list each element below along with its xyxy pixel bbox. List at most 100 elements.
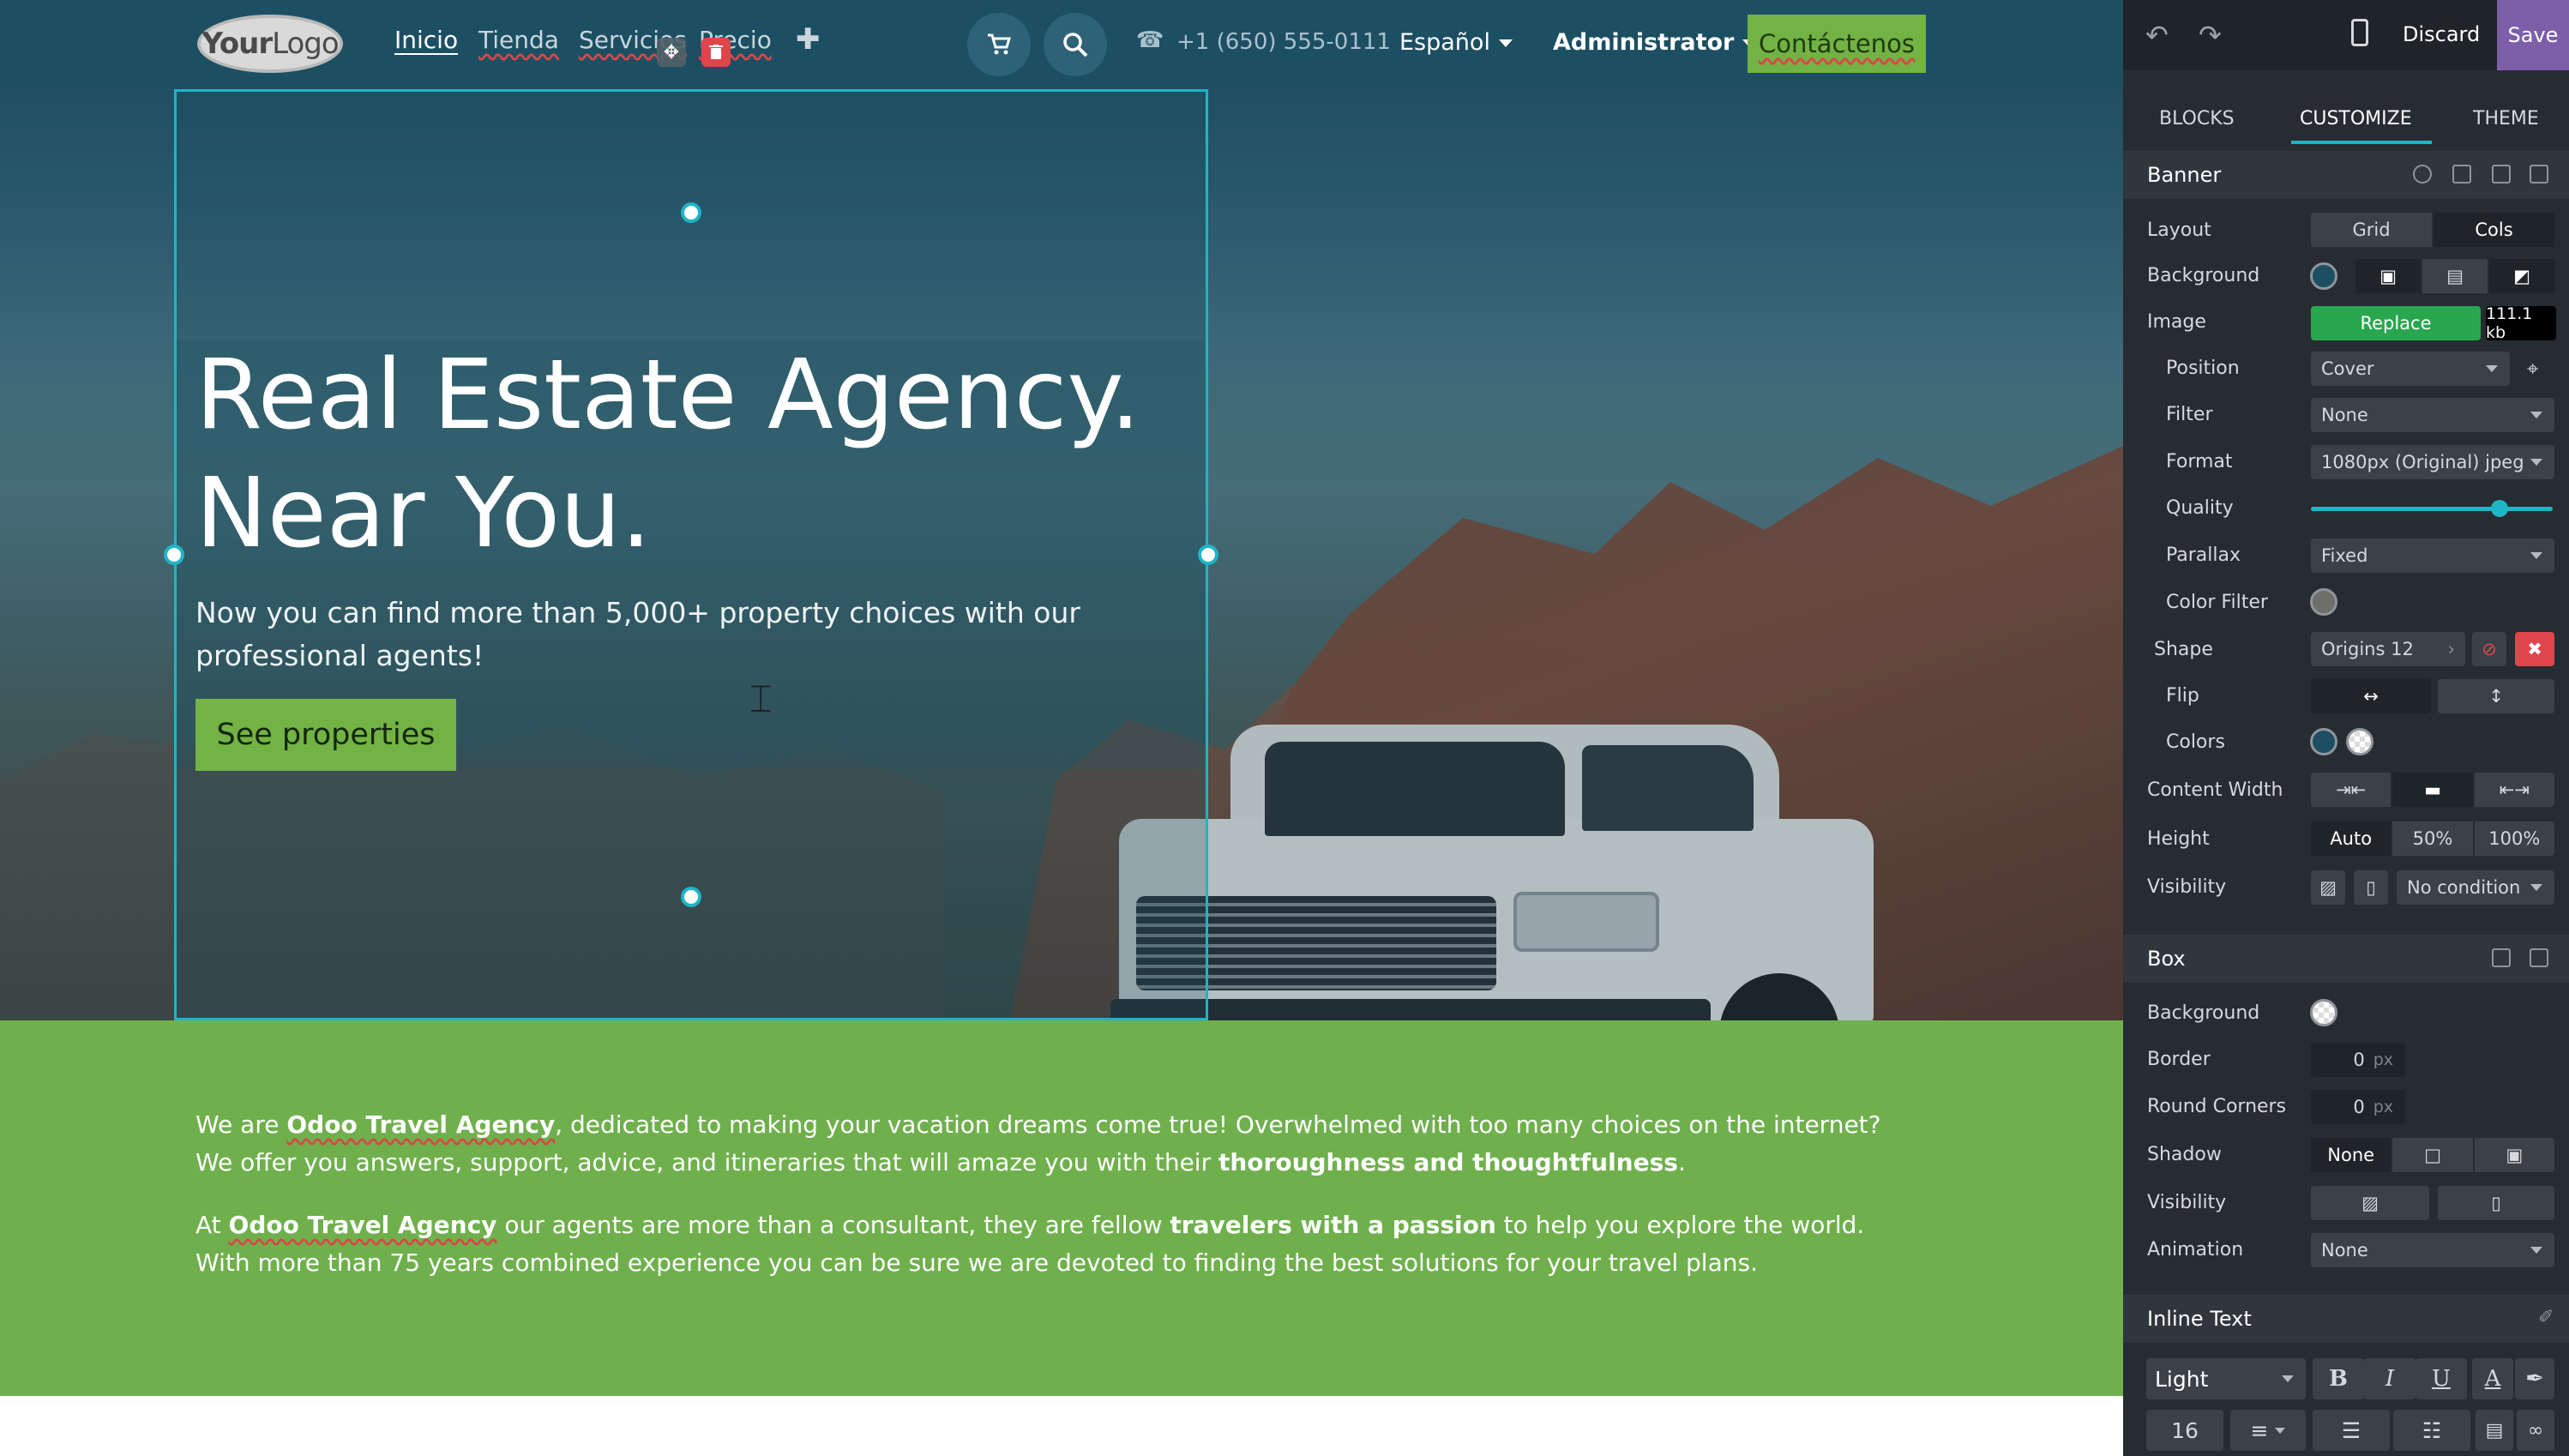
search-icon[interactable] <box>1044 13 1107 76</box>
language-selector[interactable]: Español <box>1399 29 1513 56</box>
text-style-select[interactable]: Light <box>2146 1358 2306 1399</box>
crosshair-icon[interactable]: ⌖ <box>2527 357 2539 381</box>
duplicate-icon[interactable] <box>2492 948 2511 967</box>
box-hide-mobile-icon[interactable]: ▯ <box>2438 1186 2554 1220</box>
shadow-outset-icon[interactable]: □ <box>2392 1138 2475 1172</box>
shadow-inset-icon[interactable]: ▣ <box>2475 1138 2554 1172</box>
border-unit: px <box>2373 1050 2393 1069</box>
underline-button[interactable]: U <box>2416 1358 2467 1399</box>
bold-button[interactable]: B <box>2313 1358 2364 1399</box>
resize-handle-right[interactable] <box>1198 544 1218 565</box>
replace-image-button[interactable]: Replace <box>2311 306 2481 340</box>
nav-item-inicio[interactable]: Inicio <box>394 26 458 54</box>
link-icon[interactable]: ∞ <box>2517 1410 2554 1451</box>
layout-toggle[interactable]: Grid Cols <box>2311 213 2554 247</box>
undo-icon[interactable]: ↶ <box>2145 19 2169 51</box>
width-regular-icon[interactable]: ▬ <box>2392 773 2475 807</box>
quality-slider-knob[interactable] <box>2490 500 2508 517</box>
tab-customize[interactable]: CUSTOMIZE <box>2300 108 2412 129</box>
font-size-input[interactable]: 16 <box>2146 1410 2223 1451</box>
mobile-preview-icon[interactable] <box>2351 19 2368 46</box>
hide-desktop-icon[interactable]: ▨ <box>2311 870 2345 905</box>
box-hide-desktop-icon[interactable]: ▨ <box>2311 1186 2429 1220</box>
contact-us-button[interactable]: Contáctenos <box>1748 15 1926 73</box>
nav-item-tienda[interactable]: Tienda <box>478 26 559 54</box>
about-paragraph-1[interactable]: We are Odoo Travel Agency, dedicated to … <box>196 1106 1910 1182</box>
resize-handle-top[interactable] <box>681 202 701 223</box>
tab-blocks[interactable]: BLOCKS <box>2159 108 2235 129</box>
hero-subtitle[interactable]: Now you can find more than 5,000+ proper… <box>196 592 1156 677</box>
hide-mobile-icon[interactable]: ▯ <box>2354 870 2388 905</box>
tab-theme[interactable]: THEME <box>2473 108 2539 129</box>
phone-number[interactable]: +1 (650) 555-0111 <box>1176 29 1391 55</box>
height-auto-option[interactable]: Auto <box>2311 821 2393 856</box>
save-button[interactable]: Save <box>2497 0 2569 70</box>
hero-title-line-1[interactable]: Real Estate Agency. <box>196 340 1140 451</box>
about-section[interactable]: We are Odoo Travel Agency, dedicated to … <box>0 1020 2123 1396</box>
parallax-select[interactable]: Fixed <box>2311 538 2554 573</box>
box-background-swatch[interactable] <box>2310 999 2337 1026</box>
shape-color-1-swatch[interactable] <box>2310 728 2337 755</box>
redo-icon[interactable]: ↷ <box>2199 19 2222 51</box>
hero-title-line-2[interactable]: Near You. <box>196 458 652 569</box>
border-label: Border <box>2147 1049 2211 1070</box>
shape-select[interactable]: Origins 12 › <box>2311 632 2465 666</box>
save-snippet-icon[interactable] <box>2452 165 2471 184</box>
font-color-button[interactable]: A <box>2472 1358 2513 1399</box>
shape-visibility-icon[interactable]: ⊘ <box>2472 632 2506 666</box>
discard-button[interactable]: Discard <box>2403 22 2480 46</box>
shadow-none-option[interactable]: None <box>2311 1138 2393 1172</box>
italic-button[interactable]: I <box>2364 1358 2416 1399</box>
resize-handle-left[interactable] <box>164 544 184 565</box>
site-logo[interactable]: Your Logo <box>197 15 343 73</box>
video-icon[interactable]: ▤ <box>2422 259 2489 293</box>
cart-icon[interactable] <box>967 13 1031 76</box>
hero-banner[interactable]: Real Estate Agency. Near You. Now you ca… <box>0 0 2123 1020</box>
layout-grid-option[interactable]: Grid <box>2311 213 2434 247</box>
height-100-option[interactable]: 100% <box>2475 821 2554 856</box>
eraser-icon[interactable]: ✐ <box>2538 1307 2554 1328</box>
shadow-toggle[interactable]: None □ ▣ <box>2311 1138 2554 1172</box>
flip-vertical-icon[interactable]: ↕ <box>2438 679 2554 713</box>
chevron-down-icon <box>2530 412 2542 418</box>
color-filter-swatch[interactable] <box>2310 588 2337 616</box>
width-full-icon[interactable]: ⇤⇥ <box>2475 773 2554 807</box>
quality-slider[interactable] <box>2311 500 2553 517</box>
align-select[interactable]: ≡ <box>2230 1410 2306 1451</box>
trash-icon[interactable] <box>2530 948 2548 967</box>
trash-icon[interactable] <box>701 38 731 67</box>
bullet-list-icon[interactable]: ☰ <box>2313 1410 2390 1451</box>
height-50-option[interactable]: 50% <box>2392 821 2475 856</box>
format-select[interactable]: 1080px (Original) jpeg <box>2311 445 2554 479</box>
round-corners-input[interactable]: 0 px <box>2311 1090 2405 1124</box>
about-paragraph-2[interactable]: At Odoo Travel Agency our agents are mor… <box>196 1206 1910 1282</box>
resize-handle-bottom[interactable] <box>681 887 701 907</box>
flip-horizontal-icon[interactable]: ↔ <box>2311 679 2431 713</box>
camera-icon[interactable]: ▣ <box>2355 259 2422 293</box>
media-icon[interactable]: ▤ <box>2476 1410 2513 1451</box>
trash-icon[interactable] <box>2530 165 2548 184</box>
height-toggle[interactable]: Auto 50% 100% <box>2311 821 2554 856</box>
duplicate-icon[interactable] <box>2492 165 2511 184</box>
see-properties-button[interactable]: See properties <box>196 699 456 771</box>
numbered-list-icon[interactable]: ☷ <box>2393 1410 2470 1451</box>
move-icon[interactable]: ✥ <box>657 38 686 67</box>
filter-select[interactable]: None <box>2311 398 2554 432</box>
position-select[interactable]: Cover <box>2311 352 2510 386</box>
shape-color-2-swatch[interactable] <box>2346 728 2373 755</box>
admin-menu[interactable]: Administrator <box>1553 29 1757 56</box>
background-color-swatch[interactable] <box>2310 262 2337 290</box>
width-small-icon[interactable]: ⇥⇤ <box>2311 773 2393 807</box>
remove-shape-icon[interactable]: ✖ <box>2515 632 2554 666</box>
background-type-toggle[interactable]: ▣ ▤ ◩ <box>2355 259 2554 293</box>
border-input[interactable]: 0 px <box>2311 1043 2405 1077</box>
content-width-toggle[interactable]: ⇥⇤ ▬ ⇤⇥ <box>2311 773 2554 807</box>
animation-select[interactable]: None <box>2311 1233 2554 1267</box>
visibility-condition-select[interactable]: No condition <box>2397 870 2554 905</box>
highlight-brush-icon[interactable]: ✒ <box>2515 1358 2554 1399</box>
layout-cols-option[interactable]: Cols <box>2434 213 2554 247</box>
shape-icon[interactable]: ◩ <box>2489 259 2554 293</box>
hero-title[interactable]: Real Estate Agency. Near You. <box>196 336 1182 573</box>
add-menu-item-icon[interactable]: ✚ <box>796 22 821 57</box>
link-icon[interactable] <box>2413 165 2432 184</box>
